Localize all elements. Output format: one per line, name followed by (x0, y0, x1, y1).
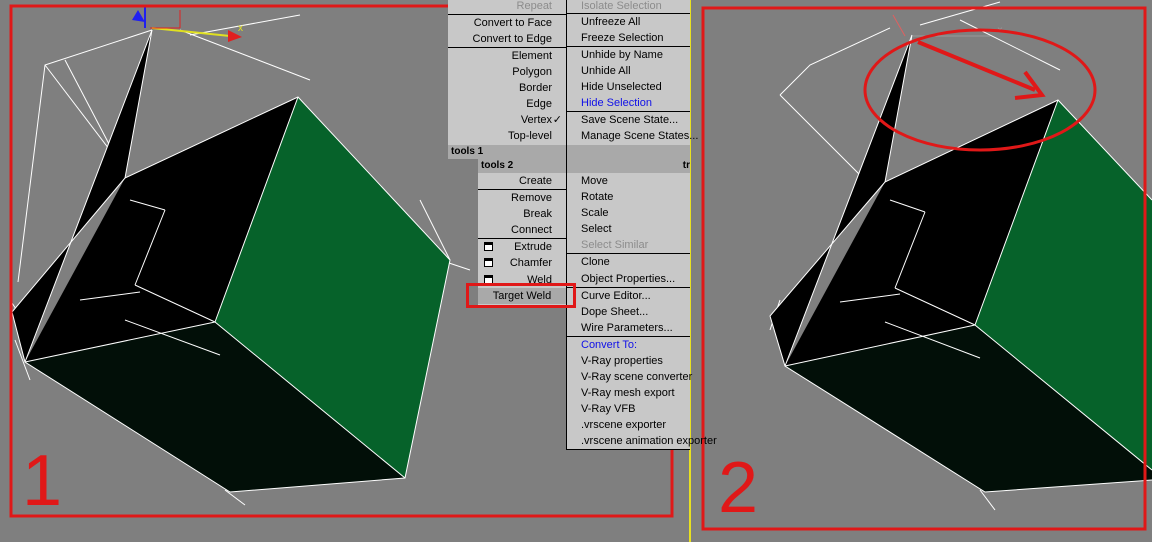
menu-item-label: Convert to Face (473, 17, 552, 29)
menu-item-label: Move (581, 175, 608, 187)
checkmark-icon: ✓ (552, 114, 562, 126)
menu-item-dope-sheet[interactable]: Dope Sheet... (567, 304, 690, 320)
menu-item-freeze-selection[interactable]: Freeze Selection (567, 30, 690, 46)
menu-item-break[interactable]: Break (478, 206, 566, 222)
transform-gizmo[interactable]: x (132, 5, 243, 42)
menu-item-label: Convert to Edge (472, 33, 553, 45)
menu-item-v-ray-mesh-export[interactable]: V-Ray mesh export (567, 385, 690, 401)
tools2-label: tools 2 (481, 160, 514, 171)
quad-menu-top-left[interactable]: Repeat Convert to Face Convert to Edge Elem… (448, 0, 566, 145)
menu-item-label: Clone (581, 256, 610, 268)
menu-item-v-ray-vfb[interactable]: V-Ray VFB (567, 401, 690, 417)
menu-item-label: Convert To: (581, 339, 638, 351)
menu-item-convert-to-edge[interactable]: Convert to Edge (448, 31, 566, 47)
annotation-step-1: 1 (22, 441, 62, 521)
tools2-right-label: tr (682, 160, 690, 171)
menu-item-isolate-selection: Isolate Selection (567, 0, 690, 14)
menu-item-label: Element (511, 50, 552, 62)
menu-item-polygon[interactable]: Polygon (448, 64, 566, 80)
menu-item-label: Dope Sheet... (581, 306, 649, 318)
menu-item-label: Scale (581, 207, 609, 219)
menu-item-label: Polygon (512, 66, 552, 78)
quad-menu-bottom-right[interactable]: Move Rotate Scale Select Select Similar Clone… (567, 173, 717, 449)
menu-item-chamfer[interactable]: Chamfer (478, 255, 566, 271)
menu-item-label: V-Ray properties (581, 355, 663, 367)
menu-item-remove[interactable]: Remove (478, 190, 566, 206)
menu-item-create[interactable]: Create (478, 173, 566, 189)
menu-item-label: Top-level (507, 130, 552, 142)
menu-item-label: Chamfer (509, 257, 552, 269)
menu-item-label: Select (581, 223, 612, 235)
menu-item-label: Repeat (516, 0, 552, 12)
menu-item-label: Break (523, 208, 552, 220)
menu-item-label: .vrscene animation exporter (581, 435, 717, 447)
menu-item-v-ray-scene-converter[interactable]: V-Ray scene converter (567, 369, 693, 385)
menu-item-label: Unfreeze All (581, 16, 641, 28)
menu-item-scale[interactable]: Scale (567, 205, 690, 221)
menu-item-select-similar: Select Similar (567, 237, 690, 253)
annotation-step-2: 2 (718, 448, 758, 528)
menu-item-top-level[interactable]: Top-level (448, 128, 566, 144)
menu-item-label: Unhide by Name (581, 49, 663, 61)
menu-item-label: Rotate (581, 191, 614, 203)
menu-item-label: Unhide All (581, 65, 631, 77)
menu-item-convert-to-face[interactable]: Convert to Face (448, 15, 566, 31)
menu-item-label: Vertex (520, 114, 552, 126)
menu-item-label: Manage Scene States... (581, 130, 699, 142)
menu-item-unfreeze-all[interactable]: Unfreeze All (567, 14, 690, 30)
annotation-target-weld-box (466, 283, 576, 308)
menu-item-label: Extrude (514, 241, 552, 253)
menu-item-label: Object Properties... (581, 273, 676, 285)
menu-item-rotate[interactable]: Rotate (567, 189, 690, 205)
menu-item-label: .vrscene exporter (581, 419, 666, 431)
menu-item-label: V-Ray VFB (581, 403, 636, 415)
quad-menu-top-right[interactable]: Isolate Selection Unfreeze All Freeze Sele… (567, 0, 698, 145)
menu-item-manage-scene-states[interactable]: Manage Scene States... (567, 128, 698, 144)
menu-item-label: Border (518, 82, 552, 94)
menu-item-vertex[interactable]: Vertex ✓ (448, 112, 566, 128)
axis-x-label: x (238, 23, 243, 34)
menu-item-edge[interactable]: Edge (448, 96, 566, 112)
menu-item-curve-editor[interactable]: Curve Editor... (567, 288, 690, 304)
menu-item-save-scene-state[interactable]: Save Scene State... (567, 112, 690, 128)
menu-item-move[interactable]: Move (567, 173, 690, 189)
tools2-header: tools 2 tr (478, 159, 690, 173)
menu-item-v-ray-properties[interactable]: V-Ray properties (567, 353, 690, 369)
menu-item-connect[interactable]: Connect (478, 222, 566, 238)
settings-box-icon[interactable] (484, 258, 493, 267)
menu-item-element[interactable]: Element (448, 48, 566, 64)
menu-item-extrude[interactable]: Extrude (478, 239, 566, 255)
menu-item-vrscene-exporter[interactable]: .vrscene exporter (567, 417, 690, 433)
menu-item-label: Edge (526, 98, 552, 110)
menu-item-label: Isolate Selection (581, 0, 662, 12)
menu-item-vrscene-animation-exporter[interactable]: .vrscene animation exporter (567, 433, 717, 449)
menu-item-label: Freeze Selection (581, 32, 664, 44)
menu-item-hide-selection[interactable]: Hide Selection (567, 95, 690, 111)
menu-item-convert-to[interactable]: Convert To: (567, 337, 690, 353)
menu-item-border[interactable]: Border (448, 80, 566, 96)
menu-item-label: Save Scene State... (581, 114, 679, 126)
menu-item-hide-unselected[interactable]: Hide Unselected (567, 79, 690, 95)
menu-item-repeat: Repeat (448, 0, 566, 14)
menu-item-clone[interactable]: Clone (567, 254, 690, 270)
menu-item-label: Hide Selection (581, 97, 652, 109)
menu-item-select[interactable]: Select (567, 221, 690, 237)
menu-item-label: Connect (511, 224, 552, 236)
tools1-header: tools 1 (448, 145, 690, 159)
menu-item-unhide-by-name[interactable]: Unhide by Name (567, 47, 690, 63)
menu-item-label: V-Ray mesh export (581, 387, 675, 399)
menu-item-unhide-all[interactable]: Unhide All (567, 63, 690, 79)
settings-box-icon[interactable] (484, 242, 493, 251)
menu-item-label: V-Ray scene converter (581, 371, 693, 383)
menu-item-label: Hide Unselected (581, 81, 662, 93)
menu-item-object-properties[interactable]: Object Properties... (567, 271, 690, 287)
menu-item-label: Select Similar (581, 239, 649, 251)
right-viewport[interactable]: × 2 (701, 1, 1152, 531)
menu-item-label: Wire Parameters... (581, 322, 673, 334)
menu-item-label: Create (518, 175, 552, 187)
menu-item-label: Remove (511, 192, 552, 204)
menu-item-wire-parameters[interactable]: Wire Parameters... (567, 320, 690, 336)
menu-item-label: Curve Editor... (581, 290, 651, 302)
